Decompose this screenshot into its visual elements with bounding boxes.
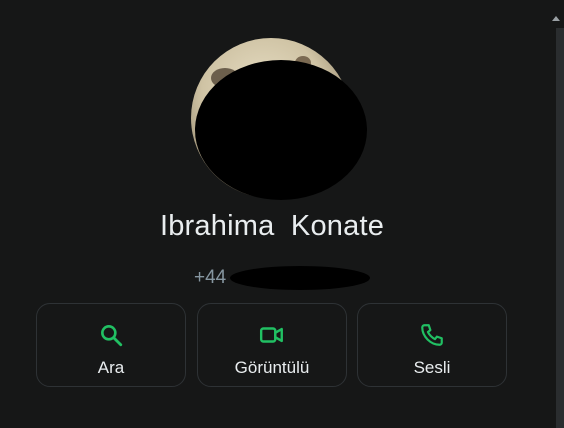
- scroll-up-arrow-icon[interactable]: [548, 12, 564, 24]
- contact-info-panel: Ibrahima Konate +44 Ara Görüntülü Sesli: [0, 0, 564, 428]
- voice-call-button-label: Sesli: [413, 358, 451, 377]
- phone-redaction: [230, 266, 370, 290]
- video-call-button[interactable]: Görüntülü: [197, 303, 347, 387]
- phone-number: +44: [194, 267, 227, 288]
- video-camera-icon: [259, 327, 283, 343]
- voice-call-button[interactable]: Sesli: [357, 303, 507, 387]
- contact-name: Ibrahima Konate: [159, 210, 385, 242]
- search-button-label: Ara: [97, 358, 125, 377]
- avatar-redaction: [195, 60, 367, 200]
- search-button[interactable]: Ara: [36, 303, 186, 387]
- phone-icon: [421, 324, 443, 346]
- video-call-button-label: Görüntülü: [234, 358, 310, 377]
- search-icon: [101, 325, 123, 347]
- scrollbar[interactable]: [556, 28, 564, 428]
